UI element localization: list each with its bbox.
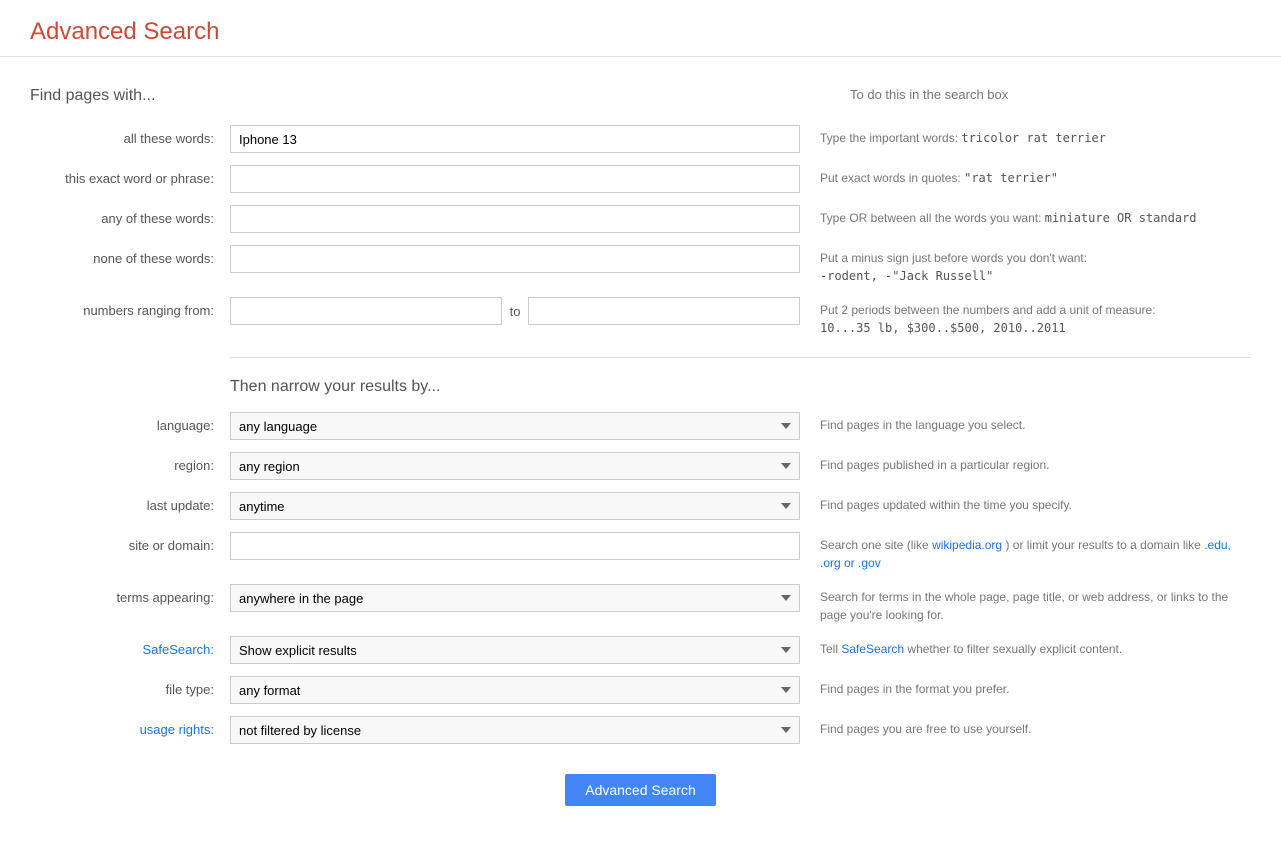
- language-hint: Find pages in the language you select.: [800, 412, 1251, 434]
- numbers-from-input[interactable]: [230, 297, 502, 325]
- any-words-row: any of these words: Type OR between all …: [30, 205, 1251, 233]
- submit-row: Advanced Search: [30, 774, 1251, 806]
- find-pages-header-row: Find pages with... To do this in the sea…: [30, 87, 1251, 105]
- site-domain-label: site or domain:: [30, 532, 230, 553]
- safesearch-label: SafeSearch:: [30, 636, 230, 657]
- find-pages-header-left: Find pages with...: [30, 87, 830, 105]
- any-words-input-area: [230, 205, 800, 233]
- any-words-hint: Type OR between all the words you want: …: [800, 205, 1251, 227]
- numbers-range-hint: Put 2 periods between the numbers and ad…: [800, 297, 1251, 337]
- safesearch-select[interactable]: Show explicit results Filter explicit re…: [230, 636, 800, 664]
- none-words-row: none of these words: Put a minus sign ju…: [30, 245, 1251, 285]
- site-domain-hint-site: wikipedia.org: [932, 538, 1002, 552]
- safesearch-row: SafeSearch: Show explicit results Filter…: [30, 636, 1251, 664]
- range-to-label: to: [510, 304, 521, 319]
- language-select-area: any language English French German Spani…: [230, 412, 800, 440]
- page-header: Advanced Search: [0, 0, 1281, 57]
- none-words-hint: Put a minus sign just before words you d…: [800, 245, 1251, 285]
- numbers-range-label: numbers ranging from:: [30, 297, 230, 318]
- language-select[interactable]: any language English French German Spani…: [230, 412, 800, 440]
- exact-phrase-label: this exact word or phrase:: [30, 165, 230, 186]
- region-select-area: any region United States United Kingdom …: [230, 452, 800, 480]
- usage-rights-select-area: not filtered by license free to use or s…: [230, 716, 800, 744]
- right-column-title: To do this in the search box: [850, 87, 1008, 102]
- file-type-row: file type: any format PDF (.pdf) Word (.…: [30, 676, 1251, 704]
- numbers-to-input[interactable]: [528, 297, 800, 325]
- file-type-select[interactable]: any format PDF (.pdf) Word (.doc) Excel …: [230, 676, 800, 704]
- advanced-search-button[interactable]: Advanced Search: [565, 774, 716, 806]
- last-update-label: last update:: [30, 492, 230, 513]
- exact-phrase-input[interactable]: [230, 165, 800, 193]
- find-pages-header-right: To do this in the search box: [830, 87, 1251, 105]
- language-row: language: any language English French Ge…: [30, 412, 1251, 440]
- safesearch-hint-link: SafeSearch: [841, 642, 904, 656]
- region-label: region:: [30, 452, 230, 473]
- site-domain-input-area: [230, 532, 800, 560]
- any-words-input[interactable]: [230, 205, 800, 233]
- terms-appearing-label: terms appearing:: [30, 584, 230, 605]
- file-type-select-area: any format PDF (.pdf) Word (.doc) Excel …: [230, 676, 800, 704]
- file-type-hint: Find pages in the format you prefer.: [800, 676, 1251, 698]
- find-pages-section-title: Find pages with...: [30, 87, 155, 104]
- all-these-words-row: all these words: Type the important word…: [30, 125, 1251, 153]
- usage-rights-label: usage rights:: [30, 716, 230, 737]
- safesearch-hint: Tell SafeSearch whether to filter sexual…: [800, 636, 1251, 658]
- narrow-results-title: Then narrow your results by...: [230, 378, 1251, 396]
- none-words-label: none of these words:: [30, 245, 230, 266]
- numbers-range-input-area: to: [230, 297, 800, 325]
- exact-phrase-hint: Put exact words in quotes: "rat terrier": [800, 165, 1251, 187]
- any-words-label: any of these words:: [30, 205, 230, 226]
- site-domain-input[interactable]: [230, 532, 800, 560]
- all-these-words-label: all these words:: [30, 125, 230, 146]
- section-divider: [230, 357, 1251, 358]
- all-these-words-input-area: [230, 125, 800, 153]
- exact-phrase-input-area: [230, 165, 800, 193]
- all-these-words-input[interactable]: [230, 125, 800, 153]
- numbers-range-inputs: to: [230, 297, 800, 325]
- region-hint: Find pages published in a particular reg…: [800, 452, 1251, 474]
- terms-appearing-hint: Search for terms in the whole page, page…: [800, 584, 1251, 624]
- region-row: region: any region United States United …: [30, 452, 1251, 480]
- last-update-row: last update: anytime past 24 hours past …: [30, 492, 1251, 520]
- site-domain-hint: Search one site (like wikipedia.org ) or…: [800, 532, 1251, 572]
- safesearch-select-area: Show explicit results Filter explicit re…: [230, 636, 800, 664]
- last-update-hint: Find pages updated within the time you s…: [800, 492, 1251, 514]
- usage-rights-row: usage rights: not filtered by license fr…: [30, 716, 1251, 744]
- exact-phrase-row: this exact word or phrase: Put exact wor…: [30, 165, 1251, 193]
- language-label: language:: [30, 412, 230, 433]
- usage-rights-select[interactable]: not filtered by license free to use or s…: [230, 716, 800, 744]
- site-domain-row: site or domain: Search one site (like wi…: [30, 532, 1251, 572]
- none-words-input[interactable]: [230, 245, 800, 273]
- page-title: Advanced Search: [30, 18, 1251, 46]
- main-content: Find pages with... To do this in the sea…: [0, 57, 1281, 836]
- terms-appearing-row: terms appearing: anywhere in the page in…: [30, 584, 1251, 624]
- numbers-range-row: numbers ranging from: to Put 2 periods b…: [30, 297, 1251, 337]
- terms-appearing-select-area: anywhere in the page in the title of the…: [230, 584, 800, 612]
- usage-rights-hint: Find pages you are free to use yourself.: [800, 716, 1251, 738]
- region-select[interactable]: any region United States United Kingdom …: [230, 452, 800, 480]
- file-type-label: file type:: [30, 676, 230, 697]
- none-words-input-area: [230, 245, 800, 273]
- site-domain-hint-domains: .edu, .org or .gov: [820, 538, 1231, 570]
- last-update-select-area: anytime past 24 hours past week past mon…: [230, 492, 800, 520]
- all-these-words-hint: Type the important words: tricolor rat t…: [800, 125, 1251, 147]
- last-update-select[interactable]: anytime past 24 hours past week past mon…: [230, 492, 800, 520]
- terms-appearing-select[interactable]: anywhere in the page in the title of the…: [230, 584, 800, 612]
